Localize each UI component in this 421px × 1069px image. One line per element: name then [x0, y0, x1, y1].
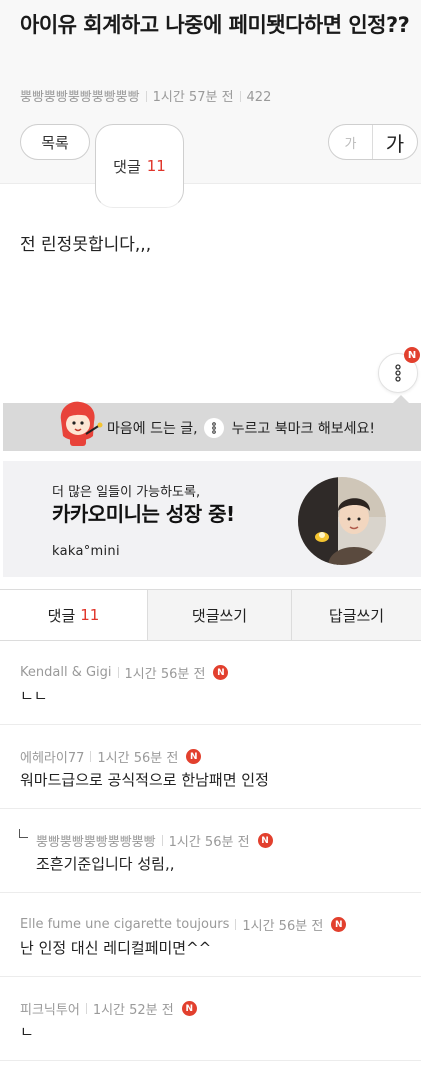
comment-time: 1시간 56분 전	[124, 667, 206, 682]
comment-time: 1시간 56분 전	[242, 919, 324, 934]
reply-item[interactable]: 뿡빵뿡빵뿡빵뿡빵뿡빵 1시간 56분 전 N 조흔기준입니다 성림,,	[0, 809, 421, 893]
new-badge: N	[181, 1001, 197, 1016]
tab-write-reply[interactable]: 답글쓰기	[291, 590, 421, 640]
comment-text: 난 인정 대신 레디컬페미면^^	[20, 939, 212, 957]
post-title: 아이유 회계하고 나중에 페미됏다하면 인정??	[20, 13, 410, 37]
ad-photo	[298, 477, 386, 565]
reply-arrow-icon	[19, 829, 28, 838]
post-time: 1시간 57분 전	[152, 90, 234, 105]
more-vertical-icon	[203, 418, 224, 438]
comment-text: 워마드급으로 공식적으로 한남패면 인정	[20, 771, 269, 789]
post-body: 전 린정못합니다,,,	[20, 235, 152, 255]
meta-divider	[145, 91, 147, 102]
post-views: 422	[246, 90, 272, 105]
meta-divider	[235, 919, 237, 930]
comment-count: 11	[146, 157, 166, 175]
tab-write-comment[interactable]: 댓글쓰기	[147, 590, 291, 640]
comment-text: ㄴ	[20, 1023, 34, 1041]
meta-divider	[85, 1003, 87, 1014]
comment-button-label: 댓글	[113, 157, 141, 176]
bookmark-hint-after: 누르고 북마크 해보세요!	[231, 421, 375, 437]
comment-tabs: 댓글 11 댓글쓰기 답글쓰기	[0, 589, 421, 641]
bookmark-hint-before: 마음에 드는 글,	[107, 421, 198, 437]
tab-comments-label: 댓글	[47, 606, 76, 625]
comment-text: ㄴㄴ	[20, 687, 48, 705]
new-badge: N	[404, 347, 420, 363]
comment-meta: Kendall & Gigi 1시간 56분 전 N	[20, 663, 229, 682]
new-badge: N	[186, 749, 202, 764]
meta-divider	[161, 835, 163, 846]
tab-comments-count: 11	[80, 606, 100, 624]
mascot-icon	[60, 401, 103, 446]
post-meta: 뿡빵뿡빵뿡빵뿡빵뿡빵 1시간 57분 전 422	[20, 86, 271, 105]
more-vertical-icon	[395, 364, 401, 382]
comment-list: Kendall & Gigi 1시간 56분 전 N ㄴㄴ 에헤라이77 1시간 56…	[0, 641, 421, 1061]
kakaomini-logo: kaka°mini	[52, 544, 120, 559]
comment-item[interactable]: 피크닉투어 1시간 52분 전 N ㄴ	[0, 977, 421, 1061]
comment-item[interactable]: Kendall & Gigi 1시간 56분 전 N ㄴㄴ	[0, 641, 421, 725]
ad-banner[interactable]: 더 많은 일들이 가능하도록, 카카오미니는 성장 중! kaka°mini	[3, 461, 421, 577]
comment-item[interactable]: Elle fume une cigarette toujours 1시간 56분 …	[0, 893, 421, 977]
comment-meta: 에헤라이77 1시간 56분 전 N	[20, 747, 202, 766]
meta-divider	[90, 751, 92, 762]
meta-divider	[239, 91, 241, 102]
comment-author[interactable]: Kendall & Gigi	[20, 665, 112, 680]
comment-meta: Elle fume une cigarette toujours 1시간 56분 …	[20, 915, 347, 934]
font-large-button[interactable]: 가	[373, 125, 417, 159]
bookmark-hint-bar: 마음에 드는 글, 누르고 북마크 해보세요!	[3, 395, 421, 451]
ad-headline: 카카오미니는 성장 중!	[52, 502, 235, 526]
tab-comments[interactable]: 댓글 11	[0, 590, 147, 640]
comment-author[interactable]: 피크닉투어	[20, 999, 80, 1018]
comment-text: 조흔기준입니다 성림,,	[36, 855, 175, 873]
comment-author[interactable]: 뿡빵뿡빵뿡빵뿡빵뿡빵	[36, 831, 156, 850]
child-photo-icon	[298, 477, 386, 565]
bookmark-hint-text: 마음에 드는 글, 누르고 북마크 해보세요!	[107, 418, 375, 438]
comment-author[interactable]: Elle fume une cigarette toujours	[20, 917, 229, 932]
new-badge: N	[213, 665, 229, 680]
new-badge: N	[257, 833, 273, 848]
comment-time: 1시간 56분 전	[168, 835, 250, 850]
post-header: 아이유 회계하고 나중에 페미됏다하면 인정?? 뿡빵뿡빵뿡빵뿡빵뿡빵 1시간 5…	[0, 0, 421, 208]
post-author[interactable]: 뿡빵뿡빵뿡빵뿡빵뿡빵	[20, 90, 140, 105]
font-small-button[interactable]: 가	[329, 125, 373, 159]
meta-divider	[117, 667, 119, 678]
comment-button[interactable]: 댓글 11	[95, 124, 184, 208]
list-button[interactable]: 목록	[20, 124, 90, 160]
comment-meta: 피크닉투어 1시간 52분 전 N	[20, 999, 197, 1018]
comment-time: 1시간 52분 전	[92, 1003, 174, 1018]
comment-author[interactable]: 에헤라이77	[20, 747, 84, 766]
comment-time: 1시간 56분 전	[97, 751, 179, 766]
font-size-toggle: 가 가	[328, 124, 418, 160]
comment-item[interactable]: 에헤라이77 1시간 56분 전 N 워마드급으로 공식적으로 한남패면 인정	[0, 725, 421, 809]
comment-meta: 뿡빵뿡빵뿡빵뿡빵뿡빵 1시간 56분 전 N	[36, 831, 273, 850]
new-badge: N	[331, 917, 347, 932]
